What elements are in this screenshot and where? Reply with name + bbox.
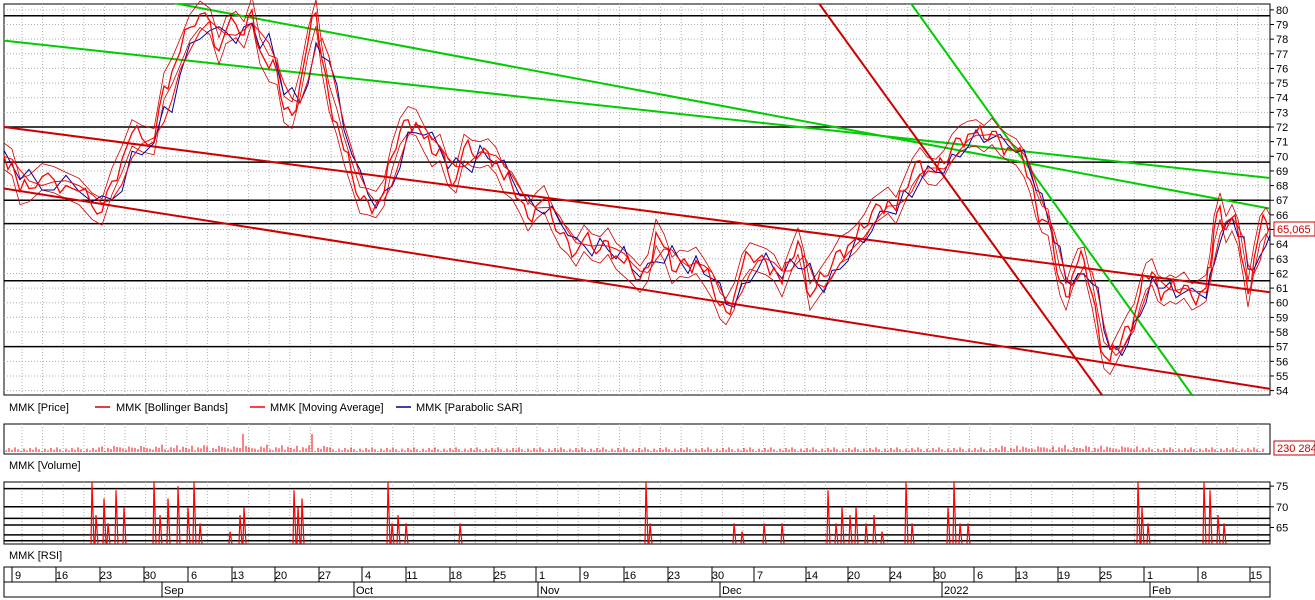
rsi-y-tick-label: 70 bbox=[1276, 502, 1288, 514]
x-month-label: Dec bbox=[722, 585, 742, 597]
price-last-value: 65,065 bbox=[1277, 224, 1311, 236]
x-day-label: 30 bbox=[144, 570, 156, 582]
x-day-label: 9 bbox=[583, 570, 589, 582]
volume-panel: 230 284 MMK [Volume] bbox=[3, 423, 1315, 472]
x-day-label: 6 bbox=[977, 570, 983, 582]
price-y-tick-label: 61 bbox=[1276, 283, 1288, 295]
price-y-tick-label: 79 bbox=[1276, 20, 1288, 32]
x-day-label: 30 bbox=[712, 570, 724, 582]
legend-bollinger: MMK [Bollinger Bands] bbox=[116, 402, 228, 414]
stock-chart: 5455565758596061626364656667686970717273… bbox=[3, 0, 1315, 598]
x-day-label: 16 bbox=[56, 570, 68, 582]
x-month-label: Oct bbox=[356, 585, 373, 597]
price-y-tick-label: 78 bbox=[1276, 34, 1288, 46]
rsi-y-axis: 65 70 75 bbox=[1270, 481, 1288, 534]
volume-last-value-tag: 230 284 bbox=[1273, 440, 1315, 456]
x-day-label: 11 bbox=[406, 570, 417, 582]
price-y-tick-label: 57 bbox=[1276, 342, 1288, 354]
x-day-label: 19 bbox=[1058, 570, 1070, 582]
x-day-label: 25 bbox=[1100, 570, 1112, 582]
price-y-tick-label: 73 bbox=[1276, 107, 1288, 119]
x-day-label: 18 bbox=[450, 570, 462, 582]
price-y-tick-label: 76 bbox=[1276, 63, 1288, 75]
price-y-tick-label: 59 bbox=[1276, 312, 1288, 324]
x-day-label: 14 bbox=[806, 570, 818, 582]
legend-volume: MMK [Volume] bbox=[9, 460, 81, 472]
price-y-tick-label: 58 bbox=[1276, 327, 1288, 339]
legend-price: MMK [Price] bbox=[9, 402, 69, 414]
price-y-tick-label: 75 bbox=[1276, 78, 1288, 90]
price-y-axis: 5455565758596061626364656667686970717273… bbox=[1270, 5, 1288, 398]
rsi-y-tick-label: 65 bbox=[1276, 522, 1288, 534]
x-day-label: 23 bbox=[100, 570, 112, 582]
rsi-panel: 65 70 75 MMK [RSI] bbox=[3, 481, 1288, 562]
x-day-label: 9 bbox=[15, 570, 21, 582]
x-day-label: 20 bbox=[275, 570, 287, 582]
price-y-tick-label: 77 bbox=[1276, 49, 1288, 61]
x-month-label: Nov bbox=[540, 585, 560, 597]
x-day-label: 1 bbox=[1147, 570, 1153, 582]
legend-rsi: MMK [RSI] bbox=[9, 550, 62, 562]
x-day-label: 8 bbox=[1201, 570, 1207, 582]
legend-parabolic-sar: MMK [Parabolic SAR] bbox=[416, 402, 522, 414]
price-y-tick-label: 72 bbox=[1276, 122, 1288, 134]
x-day-label: 13 bbox=[1016, 570, 1028, 582]
x-day-label: 16 bbox=[624, 570, 636, 582]
x-month-label: Feb bbox=[1152, 585, 1171, 597]
price-y-tick-label: 56 bbox=[1276, 356, 1288, 368]
price-y-tick-label: 64 bbox=[1276, 239, 1288, 251]
price-y-tick-label: 62 bbox=[1276, 268, 1288, 280]
price-legend: MMK [Price] MMK [Bollinger Bands] MMK [M… bbox=[9, 402, 522, 414]
x-day-label: 13 bbox=[232, 570, 244, 582]
price-y-tick-label: 60 bbox=[1276, 298, 1288, 310]
legend-moving-average: MMK [Moving Average] bbox=[270, 402, 384, 414]
price-y-tick-label: 54 bbox=[1276, 386, 1288, 398]
x-day-label: 4 bbox=[365, 570, 371, 582]
x-day-label: 1 bbox=[539, 570, 545, 582]
x-day-label: 6 bbox=[191, 570, 197, 582]
x-day-label: 25 bbox=[494, 570, 506, 582]
volume-last-value: 230 284 bbox=[1277, 443, 1315, 455]
price-y-tick-label: 71 bbox=[1276, 137, 1288, 149]
x-day-label: 20 bbox=[848, 570, 860, 582]
price-y-tick-label: 80 bbox=[1276, 5, 1288, 17]
price-y-tick-label: 66 bbox=[1276, 210, 1288, 222]
price-y-tick-label: 68 bbox=[1276, 181, 1288, 193]
price-y-tick-label: 74 bbox=[1276, 93, 1288, 105]
price-y-tick-label: 69 bbox=[1276, 166, 1288, 178]
price-y-tick-label: 63 bbox=[1276, 254, 1288, 266]
x-day-label: 7 bbox=[757, 570, 763, 582]
x-month-label: Sep bbox=[164, 585, 184, 597]
rsi-y-tick-label: 75 bbox=[1276, 481, 1288, 493]
price-y-tick-label: 55 bbox=[1276, 371, 1288, 383]
price-y-tick-label: 67 bbox=[1276, 195, 1288, 207]
price-panel: 5455565758596061626364656667686970717273… bbox=[3, 0, 1315, 398]
x-day-label: 30 bbox=[934, 570, 946, 582]
x-day-label: 24 bbox=[890, 570, 902, 582]
x-day-label: 27 bbox=[319, 570, 331, 582]
x-day-label: 23 bbox=[668, 570, 680, 582]
price-last-value-tag: 65,065 bbox=[1273, 221, 1315, 237]
x-month-label: 2022 bbox=[944, 585, 968, 597]
price-y-tick-label: 70 bbox=[1276, 151, 1288, 163]
x-axis: 9 16 23 30 6 13 20 27 4 11 18 25 1 9 16 23 30 7 14 20 24 30 6 1… bbox=[3, 566, 1271, 598]
x-day-label: 15 bbox=[1250, 570, 1262, 582]
